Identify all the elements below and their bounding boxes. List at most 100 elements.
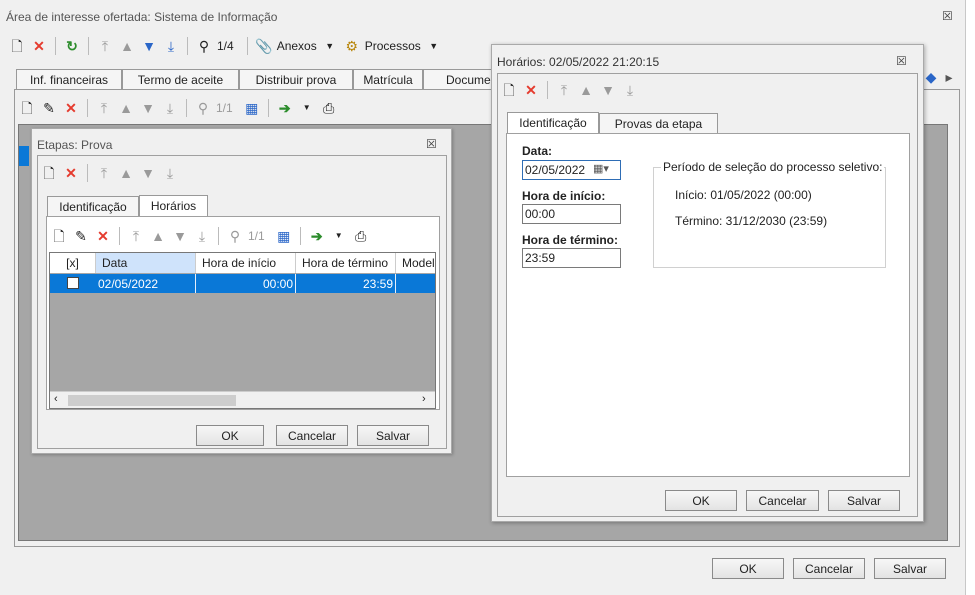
processos-menu[interactable]: Processos <box>365 39 421 53</box>
horarios-close-icon[interactable]: ☒ <box>896 54 907 68</box>
tab-identificacao[interactable]: Identificação <box>47 196 139 216</box>
first-record-icon[interactable]: ⤒ <box>95 99 113 117</box>
scroll-thumb[interactable] <box>68 395 236 406</box>
calendar-dropdown-icon[interactable]: ▦▾ <box>593 162 609 175</box>
next-record-icon[interactable]: ▼ <box>599 81 617 99</box>
periodo-inicio: Início: 01/05/2022 (00:00) <box>675 188 812 202</box>
edit-icon[interactable]: ✎ <box>72 227 90 245</box>
next-record-icon[interactable]: ▼ <box>139 99 157 117</box>
tab-scroll-right-icon[interactable]: ▸ <box>940 68 958 86</box>
anexos-menu[interactable]: Anexos <box>277 39 317 53</box>
previous-record-icon[interactable]: ▲ <box>117 164 135 182</box>
etapas-close-icon[interactable]: ☒ <box>426 137 437 151</box>
tab-matricula[interactable]: Matrícula <box>353 69 423 89</box>
previous-record-icon[interactable]: ▲ <box>577 81 595 99</box>
column-header-modelo[interactable]: Modelo <box>396 253 435 273</box>
row-end: 23:59 <box>362 277 393 291</box>
delete-icon[interactable]: ✕ <box>30 37 48 55</box>
previous-record-icon[interactable]: ▲ <box>118 37 136 55</box>
binoculars-icon[interactable]: ⚲ <box>226 227 244 245</box>
binoculars-icon[interactable]: ⚲ <box>194 99 212 117</box>
etapas-save-button[interactable]: Salvar <box>357 425 429 446</box>
separator <box>547 81 548 99</box>
column-header-hora-inicio[interactable]: Hora de início <box>196 253 296 273</box>
etapas-cancel-button[interactable]: Cancelar <box>276 425 348 446</box>
tab-provas-da-etapa[interactable]: Provas da etapa <box>599 113 718 133</box>
scroll-left-icon[interactable]: ‹ <box>54 393 58 405</box>
first-record-icon[interactable]: ⤒ <box>127 227 145 245</box>
previous-record-icon[interactable]: ▲ <box>117 99 135 117</box>
last-record-icon[interactable]: ⤓ <box>161 99 179 117</box>
last-record-icon[interactable]: ⤓ <box>161 164 179 182</box>
delete-icon[interactable]: ✕ <box>522 81 540 99</box>
last-record-icon[interactable]: ⤓ <box>193 227 211 245</box>
previous-record-icon[interactable]: ▲ <box>149 227 167 245</box>
main-ok-button[interactable]: OK <box>712 558 784 579</box>
column-header-data[interactable]: Data <box>96 253 196 273</box>
first-record-icon[interactable]: ⤒ <box>96 37 114 55</box>
main-close-icon[interactable]: ☒ <box>942 9 953 23</box>
horarios-cancel-button[interactable]: Cancelar <box>746 490 819 511</box>
column-header-hora-termino[interactable]: Hora de término <box>296 253 396 273</box>
detail-toolbar: 🗋 ✎ ✕ ⤒ ▲ ▼ ⤓ ⚲ 1/1 ▦ ➔ ▼ ⎙ <box>18 96 338 120</box>
export-icon[interactable]: ➔ <box>276 99 294 117</box>
separator <box>55 37 56 55</box>
separator <box>267 99 269 117</box>
main-cancel-button[interactable]: Cancelar <box>793 558 865 579</box>
new-document-icon[interactable]: 🗋 <box>40 164 58 182</box>
refresh-icon[interactable]: ↻ <box>63 37 81 55</box>
print-icon[interactable]: ⎙ <box>320 99 338 117</box>
new-document-icon[interactable]: 🗋 <box>500 81 518 99</box>
tab-distribuir-prova[interactable]: Distribuir prova <box>239 69 353 89</box>
next-record-icon[interactable]: ▼ <box>139 164 157 182</box>
chevron-down-icon[interactable]: ▼ <box>298 99 316 117</box>
calendar-grid-icon[interactable]: ▦ <box>275 227 293 245</box>
horarios-dialog-title: Horários: 02/05/2022 21:20:15 <box>497 55 660 69</box>
next-record-icon[interactable]: ▼ <box>140 37 158 55</box>
horizontal-scrollbar[interactable]: ‹ › <box>50 391 435 408</box>
new-document-icon[interactable]: 🗋 <box>50 227 68 245</box>
next-record-icon[interactable]: ▼ <box>171 227 189 245</box>
delete-icon[interactable]: ✕ <box>62 164 80 182</box>
edit-icon[interactable]: ✎ <box>40 99 58 117</box>
hora-termino-field[interactable]: 23:59 <box>522 248 621 268</box>
horarios-tab-panel: Data: 02/05/2022 ▦▾ Hora de início: 00:0… <box>506 133 910 477</box>
delete-icon[interactable]: ✕ <box>62 99 80 117</box>
calendar-grid-icon[interactable]: ▦ <box>243 99 261 117</box>
print-icon[interactable]: ⎙ <box>352 227 370 245</box>
hora-inicio-field[interactable]: 00:00 <box>522 204 621 224</box>
record-counter: 1/4 <box>217 39 234 53</box>
row-checkbox[interactable] <box>67 277 79 289</box>
hora-inicio-label: Hora de início: <box>522 189 606 203</box>
etapas-dialog-title: Etapas: Prova <box>37 138 113 152</box>
separator <box>299 227 301 245</box>
delete-icon[interactable]: ✕ <box>94 227 112 245</box>
periodo-group-title: Período de seleção do processo seletivo: <box>661 160 885 174</box>
new-document-icon[interactable]: 🗋 <box>8 37 26 55</box>
tab-scroll-left-icon[interactable]: ◆ <box>922 68 940 86</box>
tab-inf-financeiras[interactable]: Inf. financeiras <box>16 69 122 89</box>
binoculars-icon[interactable]: ⚲ <box>195 37 213 55</box>
record-counter: 1/1 <box>216 101 233 115</box>
tab-identificacao[interactable]: Identificação <box>507 112 599 133</box>
main-grid-row-selector[interactable] <box>19 146 29 166</box>
column-header-check[interactable]: [x] <box>50 253 96 273</box>
scroll-right-icon[interactable]: › <box>422 393 426 405</box>
table-row[interactable]: 02/05/2022 00:00 23:59 <box>50 274 435 293</box>
chevron-down-icon[interactable]: ▼ <box>321 37 339 55</box>
chevron-down-icon[interactable]: ▼ <box>425 37 443 55</box>
export-icon[interactable]: ➔ <box>308 227 326 245</box>
tab-horarios[interactable]: Horários <box>139 195 208 216</box>
new-document-icon[interactable]: 🗋 <box>18 99 36 117</box>
tab-documentos[interactable]: Documen <box>423 69 493 89</box>
horarios-save-button[interactable]: Salvar <box>828 490 900 511</box>
etapas-ok-button[interactable]: OK <box>196 425 264 446</box>
tab-termo-de-aceite[interactable]: Termo de aceite <box>122 69 239 89</box>
horarios-ok-button[interactable]: OK <box>665 490 737 511</box>
chevron-down-icon[interactable]: ▼ <box>330 227 348 245</box>
last-record-icon[interactable]: ⤓ <box>621 81 639 99</box>
first-record-icon[interactable]: ⤒ <box>555 81 573 99</box>
last-record-icon[interactable]: ⤓ <box>162 37 180 55</box>
main-save-button[interactable]: Salvar <box>874 558 946 579</box>
first-record-icon[interactable]: ⤒ <box>95 164 113 182</box>
